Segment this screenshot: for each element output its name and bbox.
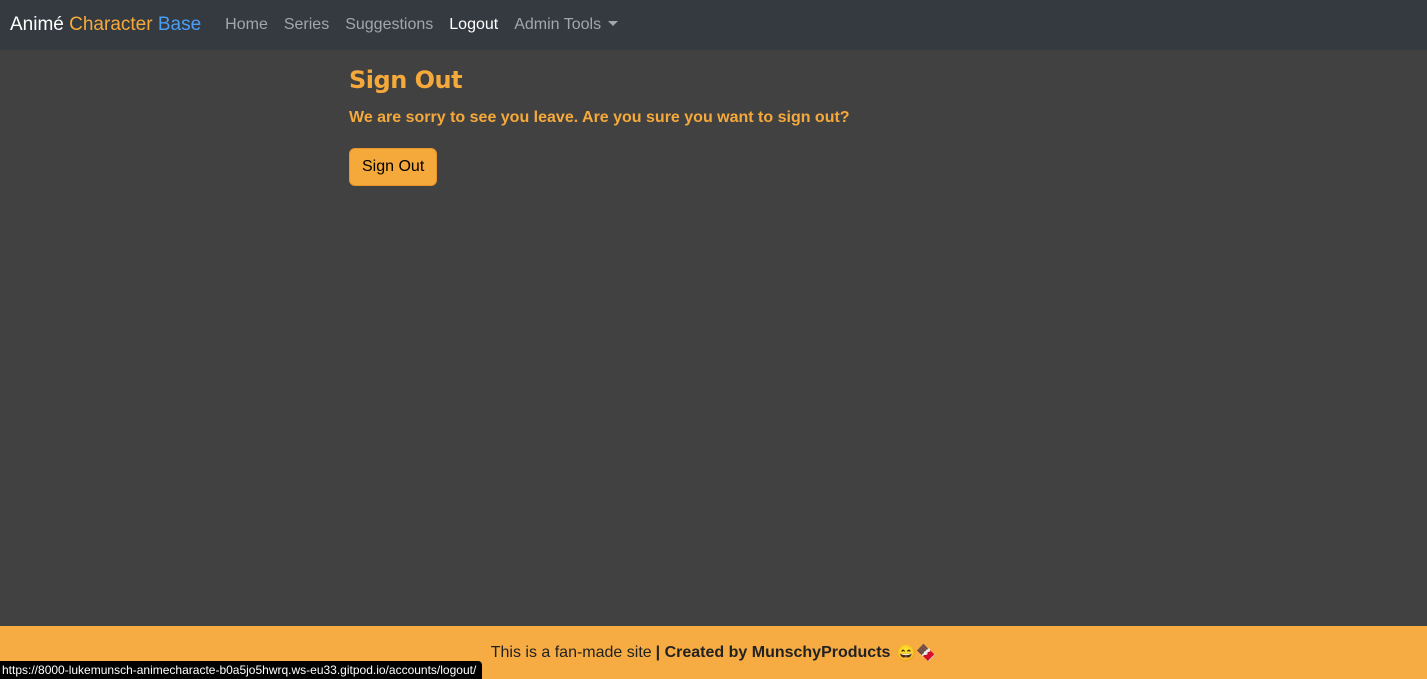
footer-credit: | Created by MunschyProducts — [655, 643, 891, 661]
main-content: Sign Out We are sorry to see you leave. … — [349, 66, 850, 186]
nav-home[interactable]: Home — [217, 16, 276, 34]
sign-out-button[interactable]: Sign Out — [349, 148, 438, 186]
signout-message: We are sorry to see you leave. Are you s… — [349, 109, 850, 126]
brand-word-3: Base — [157, 14, 202, 35]
nav-suggestions[interactable]: Suggestions — [337, 16, 441, 34]
nav-admin-tools-dropdown[interactable]: Admin Tools — [506, 16, 626, 34]
nav-logout[interactable]: Logout — [441, 16, 506, 34]
chevron-down-icon — [608, 21, 619, 26]
nav-links: Home Series Suggestions Logout Admin Too… — [217, 16, 626, 34]
brand-word-2: Character — [69, 14, 153, 35]
footer-emoji: 😄🍫 — [896, 644, 937, 662]
nav-series[interactable]: Series — [276, 16, 337, 34]
nav-admin-tools-label: Admin Tools — [514, 16, 602, 33]
browser-status-url: https://8000-lukemunsch-animecharacte-b0… — [0, 661, 483, 679]
footer-text: This is a fan-made site — [490, 643, 652, 661]
brand-logo[interactable]: Animé Character Base — [10, 14, 201, 36]
top-navbar: Animé Character Base Home Series Suggest… — [0, 0, 1427, 50]
page-title: Sign Out — [349, 66, 463, 94]
brand-word-1: Animé — [10, 14, 64, 35]
